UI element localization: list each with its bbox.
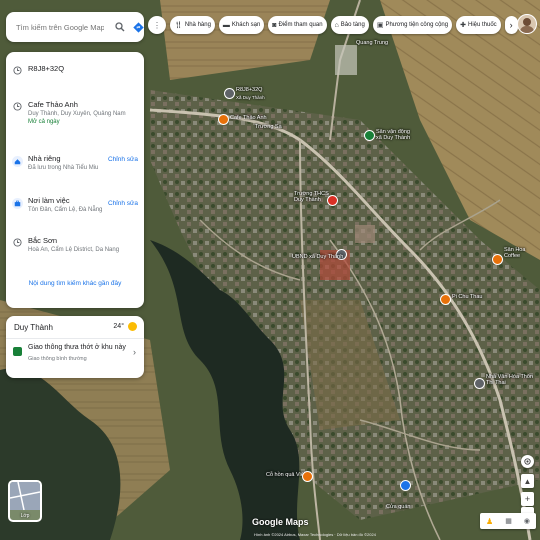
category-chips: ⋮ 🍴︎ Nhà hàng ▬ Khách sạn ◙ Điểm tham quan … <box>148 16 518 34</box>
coffee-pin-icon[interactable] <box>492 254 503 265</box>
recent-item-plus-code[interactable]: R8J8+32Q <box>6 64 144 75</box>
chip-restaurants[interactable]: 🍴︎ Nhà hàng <box>170 16 215 34</box>
school-pin-icon[interactable] <box>327 195 338 206</box>
cafe-pin-icon[interactable] <box>218 114 229 125</box>
search-box[interactable] <box>6 12 144 42</box>
plus-code-pin-icon[interactable] <box>224 88 235 99</box>
chip-transit[interactable]: ▣ Phương tiện công cộng <box>372 16 453 34</box>
chip-museums[interactable]: ⌂ Bảo tàng <box>330 16 369 34</box>
pichuthau-pin-icon[interactable] <box>440 294 451 305</box>
target-icon <box>524 458 531 465</box>
saved-place-work[interactable]: Nơi làm việc Tôn Đản, Cẩm Lệ, Đà Nẵng Ch… <box>6 196 144 214</box>
recent-item-bac-son[interactable]: Bắc Sơn Hoà An, Cẩm Lệ District, Da Nang <box>6 236 144 254</box>
traffic-icon <box>13 347 22 356</box>
traffic-title: Giao thông thưa thớt ở khu này <box>28 344 126 351</box>
museum-icon: ⌂ <box>334 21 339 29</box>
clock-icon <box>6 100 28 126</box>
map-label-school: Trường THCS Duy Thành <box>294 191 329 203</box>
map-label-pichuthau: Pi Chu Thau <box>452 294 483 300</box>
chips-next-button[interactable]: › <box>504 16 518 34</box>
stadium-pin-icon[interactable] <box>364 130 375 141</box>
hotel-icon: ▬ <box>222 21 230 29</box>
layers-icon <box>10 482 40 511</box>
recent-item-title: Cafe Thảo Anh <box>28 100 78 109</box>
transit-icon: ▣ <box>376 22 384 29</box>
map-label-nhavan: Nhà Văn Hóa Thôn Thi Thai <box>486 374 533 386</box>
grid-icon[interactable]: ▦ <box>505 517 512 525</box>
weather-place: Duy Thành <box>14 323 53 332</box>
compass-icon: ▲ <box>523 476 532 486</box>
zoom-in-button[interactable]: + <box>521 492 534 506</box>
open-status: Mở cả ngày <box>28 119 60 125</box>
my-location-button[interactable] <box>521 455 534 468</box>
search-input[interactable] <box>14 21 106 33</box>
recent-item-title: R8J8+32Q <box>28 64 65 73</box>
weather-traffic-card[interactable]: Duy Thành 24° Giao thông thưa thớt ở khu… <box>6 316 144 378</box>
chip-hotels[interactable]: ▬ Khách sạn <box>218 16 265 34</box>
chevron-right-icon: › <box>509 20 513 30</box>
directions-icon[interactable] <box>132 20 144 34</box>
divider <box>6 338 144 339</box>
edit-home-button[interactable]: Chỉnh sửa <box>108 156 138 163</box>
clock-icon <box>6 236 28 254</box>
menu-button[interactable]: ⋮ <box>148 16 166 34</box>
map-label-quang-trung: Quang Trung <box>356 40 389 46</box>
map-label-cafe: Cafe Thảo Anh <box>230 115 267 121</box>
camera-icon: ◙ <box>272 21 277 29</box>
traffic-subtitle: Giao thông bình thường <box>28 356 87 362</box>
google-maps-logo: Google Maps <box>252 517 309 527</box>
map-label-coffee: Sân Hoa Coffee <box>504 247 526 259</box>
recent-item-cafe[interactable]: Cafe Thảo Anh Duy Thành, Duy Xuyên, Quản… <box>6 100 144 126</box>
sun-icon <box>128 322 137 331</box>
saved-place-home[interactable]: Nhà riêng Đã lưu trong Nhà Tiểu Miu Chỉn… <box>6 154 144 172</box>
compass-button[interactable]: ▲ <box>521 474 534 488</box>
recent-item-address: Hoà An, Cẩm Lệ District, Da Nang <box>28 247 120 253</box>
map-label-road: Trường Sa <box>255 124 282 130</box>
map-attribution: Hình ảnh ©2024 Airbus, Maxar Technologie… <box>254 532 376 537</box>
globe-icon[interactable]: ◉ <box>524 517 530 525</box>
layers-button[interactable]: Lớp <box>8 480 42 522</box>
map-label-ubnd: UBND xã Duy Thành <box>292 254 344 260</box>
more-vert-icon: ⋮ <box>153 20 161 30</box>
pharmacy-icon: ✚ <box>460 22 466 29</box>
search-icon[interactable] <box>114 20 126 34</box>
community-house-pin-icon[interactable] <box>474 378 485 389</box>
briefcase-icon <box>6 196 28 214</box>
restaurant-icon: 🍴︎ <box>174 22 183 29</box>
recent-item-address: Đã lưu trong Nhà Tiểu Miu <box>28 165 99 171</box>
street-view-controls: ♟ ▦ ◉ <box>480 513 536 529</box>
cuaquan-pin-icon[interactable] <box>400 480 411 491</box>
map-label-plus-code: R8J8+32Q <box>236 87 263 93</box>
map-label-cuaquan: Cửa quán <box>386 504 411 510</box>
layers-label: Lớp <box>20 513 30 519</box>
home-icon <box>6 154 28 172</box>
recent-searches-panel: R8J8+32Q Cafe Thảo Anh Duy Thành, Duy Xu… <box>6 52 144 308</box>
recent-item-address: Duy Thành, Duy Xuyên, Quảng Nam <box>28 111 126 117</box>
weather-temp: 24° <box>113 323 124 330</box>
chon-pin-icon[interactable] <box>302 471 313 482</box>
avatar[interactable] <box>517 14 537 34</box>
clock-icon <box>6 64 28 75</box>
chip-pharmacies[interactable]: ✚ Hiệu thuốc <box>456 16 501 34</box>
chevron-right-icon: › <box>133 347 136 357</box>
pegman-icon[interactable]: ♟ <box>486 517 493 526</box>
map-label-field: Sân vận động xã Duy Thành <box>376 129 411 141</box>
plus-icon: + <box>524 494 531 504</box>
edit-work-button[interactable]: Chỉnh sửa <box>108 200 138 207</box>
recent-item-address: Tôn Đản, Cẩm Lệ, Đà Nẵng <box>28 207 103 213</box>
more-searches-link[interactable]: Nội dung tìm kiếm khác gần đây <box>6 280 144 287</box>
recent-item-title: Bắc Sơn <box>28 236 58 245</box>
map-label-chon: Cỗ hồn quả Việt <box>266 472 306 478</box>
map-label-plus-code-sub: Xã Duy Thành <box>236 95 265 100</box>
chip-attractions[interactable]: ◙ Điểm tham quan <box>268 16 327 34</box>
